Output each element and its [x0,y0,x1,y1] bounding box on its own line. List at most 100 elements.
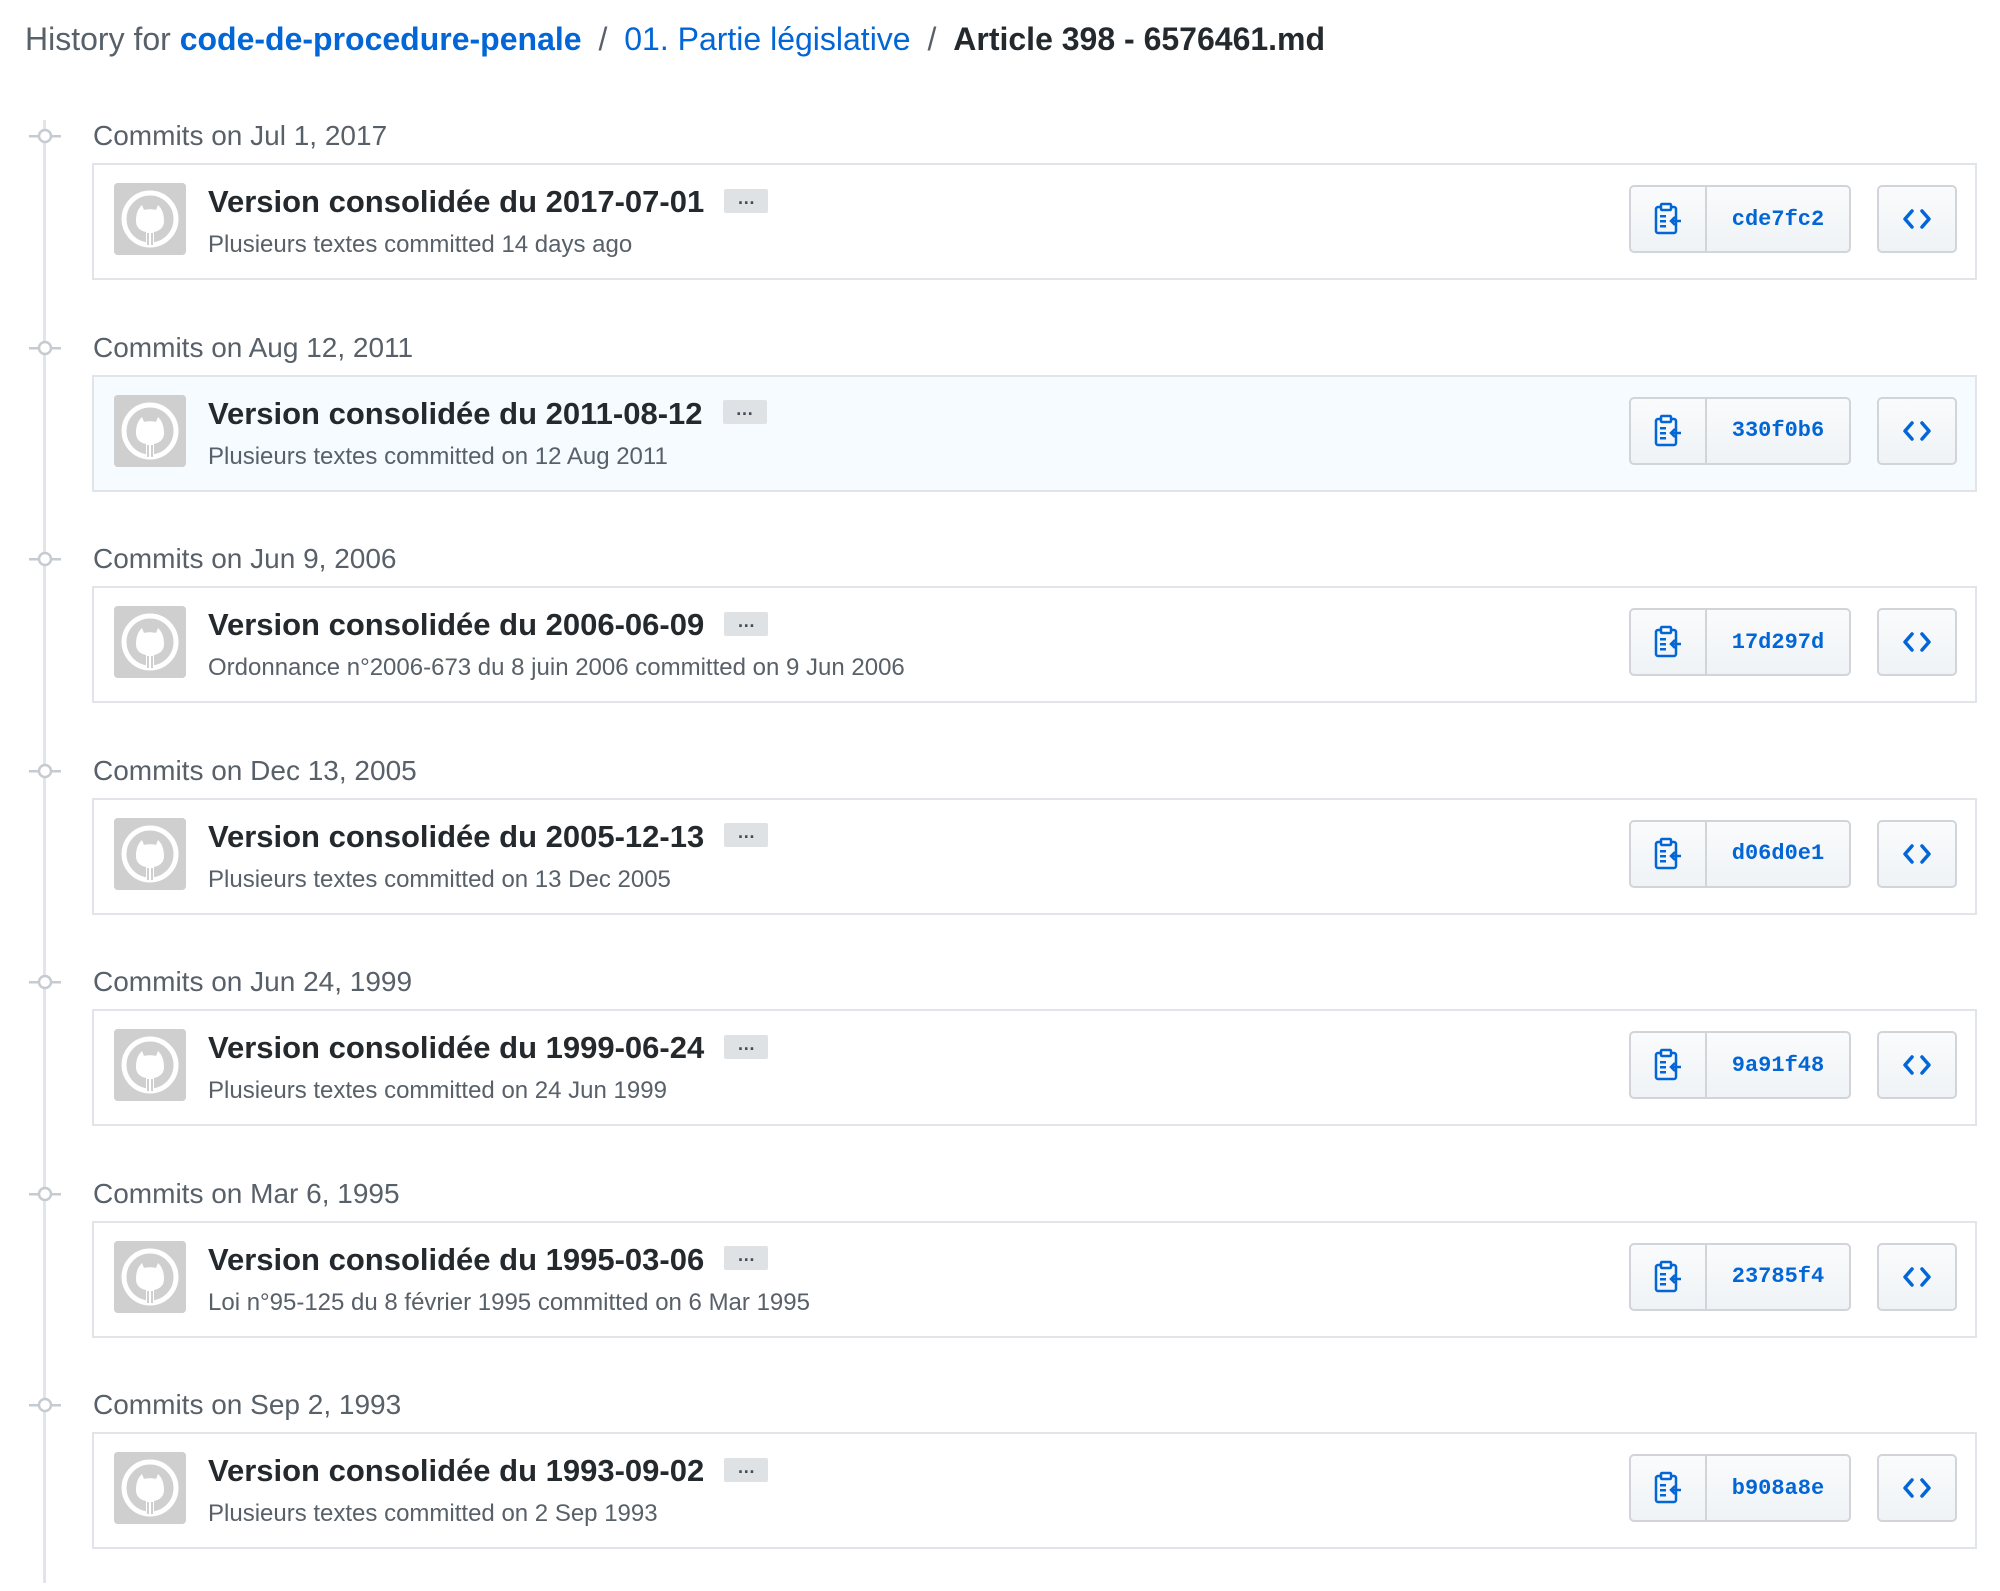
commit-item: Version consolidée du 1995-03-06 … Loi n°… [92,1220,1977,1338]
code-icon [1903,209,1931,229]
github-octocat-icon[interactable] [114,817,186,890]
expand-message-button[interactable]: … [724,188,769,213]
github-octocat-icon[interactable] [114,1452,186,1524]
commit-item: Version consolidée du 2006-06-09 … Ordonn… [92,586,1977,703]
copy-sha-button[interactable] [1631,398,1707,463]
breadcrumb: History for code-de-procedure-penale / 0… [25,14,1325,64]
clipboard-icon [1654,1471,1681,1504]
commit-title-link[interactable]: Version consolidée du 2005-12-13 [208,819,704,854]
commit-sha-link[interactable]: 17d297d [1707,610,1849,674]
breadcrumb-folder-link[interactable]: 01. Partie législative [624,21,910,57]
commit-group: Commits on Aug 12, 2011 Version consolid… [0,323,2000,534]
clipboard-icon [1654,1260,1681,1292]
copy-sha-button[interactable] [1631,1456,1707,1520]
sha-button-group: 17d297d [1629,608,1851,676]
sha-button-group: b908a8e [1629,1454,1851,1522]
browse-files-button[interactable] [1877,185,1957,253]
copy-sha-button[interactable] [1631,610,1707,674]
sha-button-group: 23785f4 [1629,1242,1851,1311]
git-commit-icon [29,551,61,567]
commit-group-date: Commits on Jul 1, 2017 [93,120,388,151]
commit-title-link[interactable]: Version consolidée du 1999-06-24 [208,1030,704,1065]
git-commit-icon [29,974,61,990]
commit-group: Commits on Sep 2, 1993 Version consolidé… [0,1380,2000,1591]
copy-sha-button[interactable] [1631,1244,1707,1309]
copy-sha-button[interactable] [1631,187,1707,251]
github-octocat-icon[interactable] [114,1029,186,1101]
commit-title: Version consolidée du 2011-08-12 … [208,393,767,435]
commit-group: Commits on Jun 24, 1999 Version consolid… [0,957,2000,1168]
git-commit-icon [29,128,61,144]
commit-group: Commits on Jun 9, 2006 Version consolidé… [0,534,2000,745]
commit-item: Version consolidée du 2005-12-13 … Plusie… [92,797,1977,915]
browse-files-button[interactable] [1877,1031,1957,1099]
commit-item: Version consolidée du 1999-06-24 … Plusie… [92,1009,1977,1126]
github-octocat-icon[interactable] [114,183,186,255]
commit-title: Version consolidée du 2017-07-01 … [208,181,769,223]
sha-button-group: 330f0b6 [1629,396,1851,465]
commit-title: Version consolidée du 1995-03-06 … [208,1239,769,1281]
sha-button-group: 9a91f48 [1629,1031,1851,1099]
commit-sha-link[interactable]: 23785f4 [1707,1245,1849,1309]
code-icon [1903,1478,1931,1498]
code-icon [1903,420,1931,441]
clipboard-icon [1654,625,1681,658]
commit-meta: Plusieurs textes committed on 13 Dec 200… [208,865,671,893]
commit-title-link[interactable]: Version consolidée du 2011-08-12 [208,396,703,431]
commit-meta: Plusieurs textes committed 14 days ago [208,231,633,258]
commit-meta: Loi n°95-125 du 8 février 1995 committed… [208,1288,810,1316]
commit-sha-link[interactable]: d06d0e1 [1707,822,1849,886]
commit-group-date: Commits on Dec 13, 2005 [93,754,417,786]
expand-message-button[interactable]: … [724,823,769,848]
commit-title: Version consolidée du 1999-06-24 … [208,1027,769,1069]
commit-group-date: Commits on Sep 2, 1993 [93,1389,402,1420]
commit-item: Version consolidée du 1993-09-02 … Plusie… [92,1432,1977,1549]
copy-sha-button[interactable] [1631,1033,1707,1097]
commit-sha-link[interactable]: 9a91f48 [1707,1033,1849,1097]
commit-title-link[interactable]: Version consolidée du 1995-03-06 [208,1242,704,1277]
browse-files-button[interactable] [1877,1242,1957,1311]
breadcrumb-separator: / [927,21,937,57]
sha-button-group: d06d0e1 [1629,819,1851,888]
browse-files-button[interactable] [1877,608,1957,676]
commit-title-link[interactable]: Version consolidée du 2006-06-09 [208,607,704,642]
expand-message-button[interactable]: … [724,611,769,636]
breadcrumb-separator: / [598,21,608,57]
commit-group-date: Commits on Aug 12, 2011 [93,331,414,363]
commit-sha-link[interactable]: cde7fc2 [1707,187,1849,251]
code-icon [1903,1266,1931,1287]
github-octocat-icon[interactable] [114,1240,186,1313]
sha-button-group: cde7fc2 [1629,185,1851,253]
commit-meta: Plusieurs textes committed on 24 Jun 199… [208,1077,667,1104]
breadcrumb-repo-link[interactable]: code-de-procedure-penale [180,21,582,57]
commit-meta: Plusieurs textes committed on 2 Sep 1993 [208,1500,658,1527]
browse-files-button[interactable] [1877,819,1957,888]
browse-files-button[interactable] [1877,396,1957,465]
github-octocat-icon[interactable] [114,394,186,467]
clipboard-icon [1654,1048,1681,1081]
commit-title-link[interactable]: Version consolidée du 2017-07-01 [208,184,704,219]
git-commit-icon [29,1186,61,1201]
commit-title-link[interactable]: Version consolidée du 1993-09-02 [208,1453,704,1488]
commit-group: Commits on Mar 6, 1995 Version consolidé… [0,1169,2000,1380]
expand-message-button[interactable]: … [724,1034,769,1059]
browse-files-button[interactable] [1877,1454,1957,1522]
commit-group-date: Commits on Jun 24, 1999 [93,966,413,997]
code-icon [1903,843,1931,864]
code-icon [1903,1055,1931,1075]
clipboard-icon [1654,837,1681,869]
commit-item: Version consolidée du 2011-08-12 … Plusie… [92,374,1977,492]
github-octocat-icon[interactable] [114,606,186,678]
copy-sha-button[interactable] [1631,821,1707,886]
commit-sha-link[interactable]: 330f0b6 [1707,399,1849,463]
expand-message-button[interactable]: … [724,1457,769,1482]
clipboard-icon [1654,202,1681,235]
breadcrumb-prefix: History for [25,21,171,57]
expand-message-button[interactable]: … [722,400,767,425]
git-commit-icon [29,340,61,355]
git-commit-icon [29,1397,61,1413]
commit-sha-link[interactable]: b908a8e [1707,1456,1849,1520]
commit-title: Version consolidée du 2006-06-09 … [208,604,769,646]
expand-message-button[interactable]: … [724,1246,769,1271]
git-commit-icon [29,763,61,778]
